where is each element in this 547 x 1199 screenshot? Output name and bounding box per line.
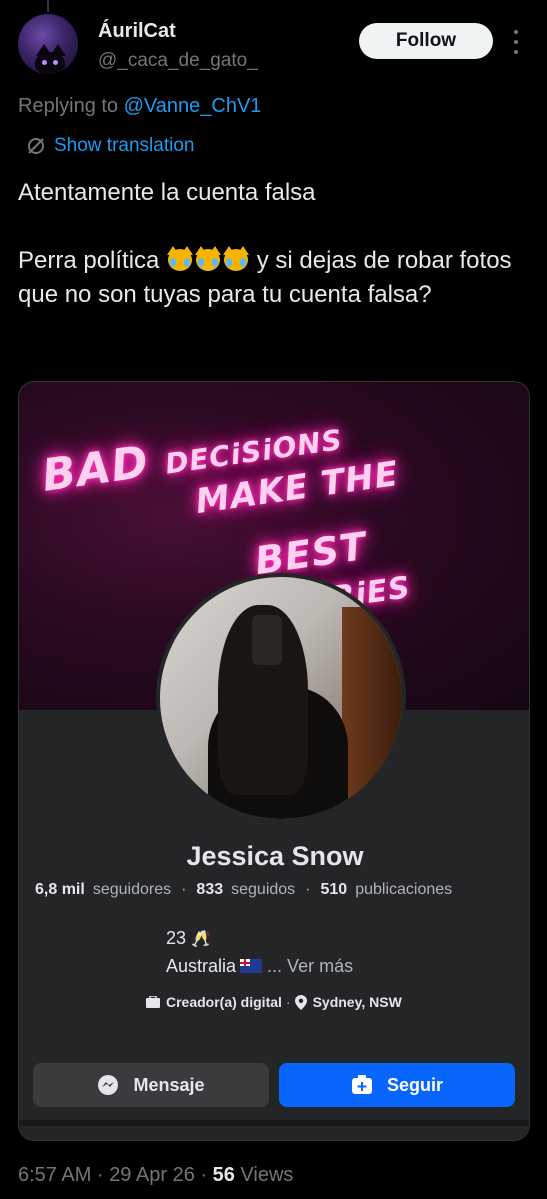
follow-profile-button-label: Seguir [386, 1074, 443, 1095]
views-count: 56 [212, 1164, 235, 1186]
profile-bio: 23 🥂 Australia ... Ver más [166, 925, 353, 980]
stats-separator: · [305, 881, 311, 898]
reply-context: Replying to @Vanne_ChV1 [18, 95, 261, 118]
thread-line [47, 0, 49, 12]
posts-count: 510 [320, 881, 348, 898]
following-label: seguidos [231, 881, 296, 898]
profile-picture [156, 573, 406, 823]
followers-label: seguidores [92, 881, 172, 898]
author-handle[interactable]: @_caca_de_gato_ [98, 50, 258, 72]
crying-cat-emoji-icon [166, 246, 194, 272]
tweet-time: 6:57 AM [18, 1164, 92, 1186]
footer-separator: · [96, 1164, 104, 1186]
profile-stats: 6,8 mil seguidores · 833 seguidos · 510 publica… [35, 881, 462, 899]
messenger-icon [98, 1075, 119, 1095]
message-button-label: Mensaje [133, 1074, 205, 1095]
bio-country: Australia [166, 956, 237, 976]
tweet-date: 29 Apr 26 [109, 1164, 195, 1186]
australia-flag-icon [240, 959, 263, 973]
location-pin-icon [294, 994, 307, 1010]
card-bottom-bar [19, 1120, 529, 1126]
champagne-glasses-icon: 🥂 [191, 931, 211, 948]
stats-separator: · [181, 881, 187, 898]
avatar-cat-eye [53, 60, 58, 65]
tweet-timestamp[interactable]: 6:57 AM · 29 Apr 26 · 56 Views [18, 1164, 293, 1187]
reply-mention-link[interactable]: @Vanne_ChV1 [124, 95, 262, 117]
show-translation-link[interactable]: Show translation [26, 135, 194, 157]
profile-name: Jessica Snow [186, 841, 364, 871]
attached-image-card[interactable]: BAD DECiSiONS MAKE THE BEST STORiES Jess… [18, 381, 530, 1141]
views-label: Views [240, 1164, 294, 1186]
author-display-name[interactable]: ÁurilCat [98, 20, 176, 43]
avatar[interactable] [18, 14, 78, 74]
followers-count: 6,8 mil [35, 881, 85, 898]
bio-line-age: 23 🥂 [166, 925, 353, 953]
avatar-cat-head [35, 52, 65, 74]
more-options-icon[interactable] [512, 30, 520, 54]
add-friend-icon [351, 1075, 372, 1094]
reply-context-prefix: Replying to [18, 95, 124, 117]
posts-label: publicaciones [355, 881, 453, 898]
meta-separator: · [285, 994, 291, 1010]
crying-cat-emoji-icon [222, 246, 250, 272]
profile-category: Creador(a) digital [166, 994, 282, 1010]
tweet-line-2: Perra política y si dejas de robar fotos… [18, 244, 533, 312]
tweet-text: Atentamente la cuenta falsa Perra políti… [18, 176, 533, 312]
profile-meta: Creador(a) digital · Sydney, NSW [146, 994, 402, 1010]
message-button: Mensaje [33, 1063, 269, 1107]
follow-profile-button: Seguir [279, 1063, 515, 1107]
follow-button[interactable]: Follow [359, 23, 493, 59]
crying-cat-emoji-icon [194, 246, 222, 272]
profile-location: Sydney, NSW [312, 994, 402, 1010]
tweet-line-2-start: Perra política [18, 247, 167, 274]
bio-line-country: Australia ... Ver más [166, 953, 353, 980]
profile-picture-door [342, 607, 402, 817]
profile-picture-phone [252, 615, 282, 665]
show-translation-label[interactable]: Show translation [54, 135, 194, 157]
translate-icon [28, 138, 44, 154]
briefcase-icon [146, 996, 160, 1008]
following-count: 833 [196, 881, 224, 898]
bio-age: 23 [166, 928, 187, 948]
tweet-line-1: Atentamente la cuenta falsa [18, 179, 316, 206]
avatar-cat-eye [42, 60, 47, 65]
footer-separator: · [200, 1164, 208, 1186]
see-more-link: ... Ver más [267, 956, 354, 976]
